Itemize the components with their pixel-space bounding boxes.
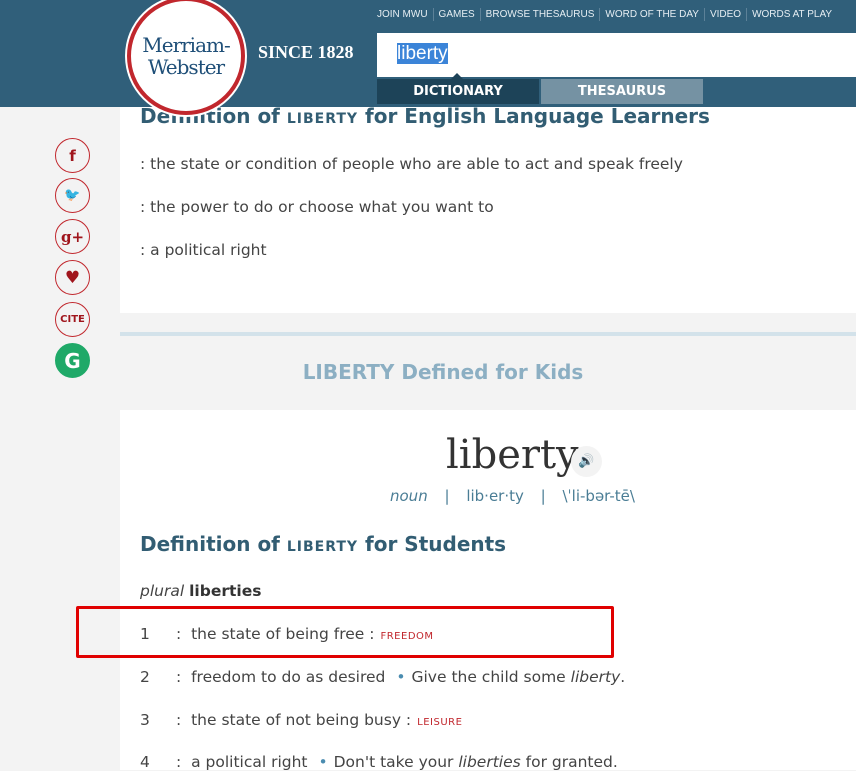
xref-leisure[interactable]: LEISURE	[417, 717, 462, 728]
plural-line: plural liberties	[140, 582, 262, 600]
learner-def-2: : the power to do or choose what you wan…	[140, 198, 494, 216]
cite-icon[interactable]: CITE	[55, 302, 90, 337]
sense-3: 3: the state of not being busy : LEISURE	[140, 711, 463, 729]
facebook-icon[interactable]: f	[55, 138, 90, 173]
pronunciation[interactable]: \ˈli-bər-tē\	[563, 487, 635, 505]
search-input[interactable]: liberty	[377, 33, 856, 77]
tab-thesaurus[interactable]: THESAURUS	[541, 79, 703, 104]
sense-2: 2: freedom to do as desired • Give the ch…	[140, 668, 626, 686]
headword: liberty	[446, 432, 579, 478]
learners-heading: Definition of liberty for English Langua…	[140, 104, 710, 128]
students-heading: Definition of liberty for Students	[140, 532, 507, 556]
part-of-speech: noun	[390, 487, 428, 505]
section-divider	[120, 332, 856, 336]
headword-meta: noun | lib·er·ty | \ˈli-bər-tē\	[390, 487, 635, 505]
kids-section-title: LIBERTY Defined for Kids	[302, 360, 584, 384]
sense-4: 4: a political right • Don't take your li…	[140, 753, 618, 771]
kids-card: liberty 🔊 noun | lib·er·ty | \ˈli-bər-tē…	[120, 410, 856, 771]
logo-line2: Webster	[147, 55, 225, 79]
learner-def-3: : a political right	[140, 241, 267, 259]
syllables: lib·er·ty	[466, 487, 524, 505]
audio-speaker-icon[interactable]: 🔊	[571, 446, 602, 477]
learner-def-1: : the state or condition of people who a…	[140, 155, 683, 173]
google-plus-icon[interactable]: g+	[55, 219, 90, 254]
grammarly-icon[interactable]: G	[55, 343, 90, 378]
logo-line1: Merriam-	[142, 33, 230, 57]
nav-browse-thesaurus[interactable]: BROWSE THESAURUS	[479, 8, 600, 21]
search-value: liberty	[397, 43, 448, 64]
merriam-webster-logo[interactable]: Merriam- Webster	[127, 0, 245, 115]
nav-word-of-the-day[interactable]: WORD OF THE DAY	[599, 8, 704, 21]
nav-words-at-play[interactable]: WORDS AT PLAY	[746, 8, 837, 21]
nav-games[interactable]: GAMES	[432, 8, 480, 21]
nav-video[interactable]: VIDEO	[703, 8, 746, 21]
since-1828: SINCE 1828	[258, 42, 354, 62]
tab-dictionary[interactable]: DICTIONARY	[377, 73, 539, 104]
nav-join-mwu[interactable]: JOIN MWU	[372, 8, 433, 21]
twitter-icon[interactable]: 🐦	[55, 178, 90, 213]
top-nav: JOIN MWU GAMES BROWSE THESAURUS WORD OF …	[372, 8, 852, 21]
highlight-box	[76, 606, 614, 658]
heart-icon[interactable]: ♥	[55, 260, 90, 295]
